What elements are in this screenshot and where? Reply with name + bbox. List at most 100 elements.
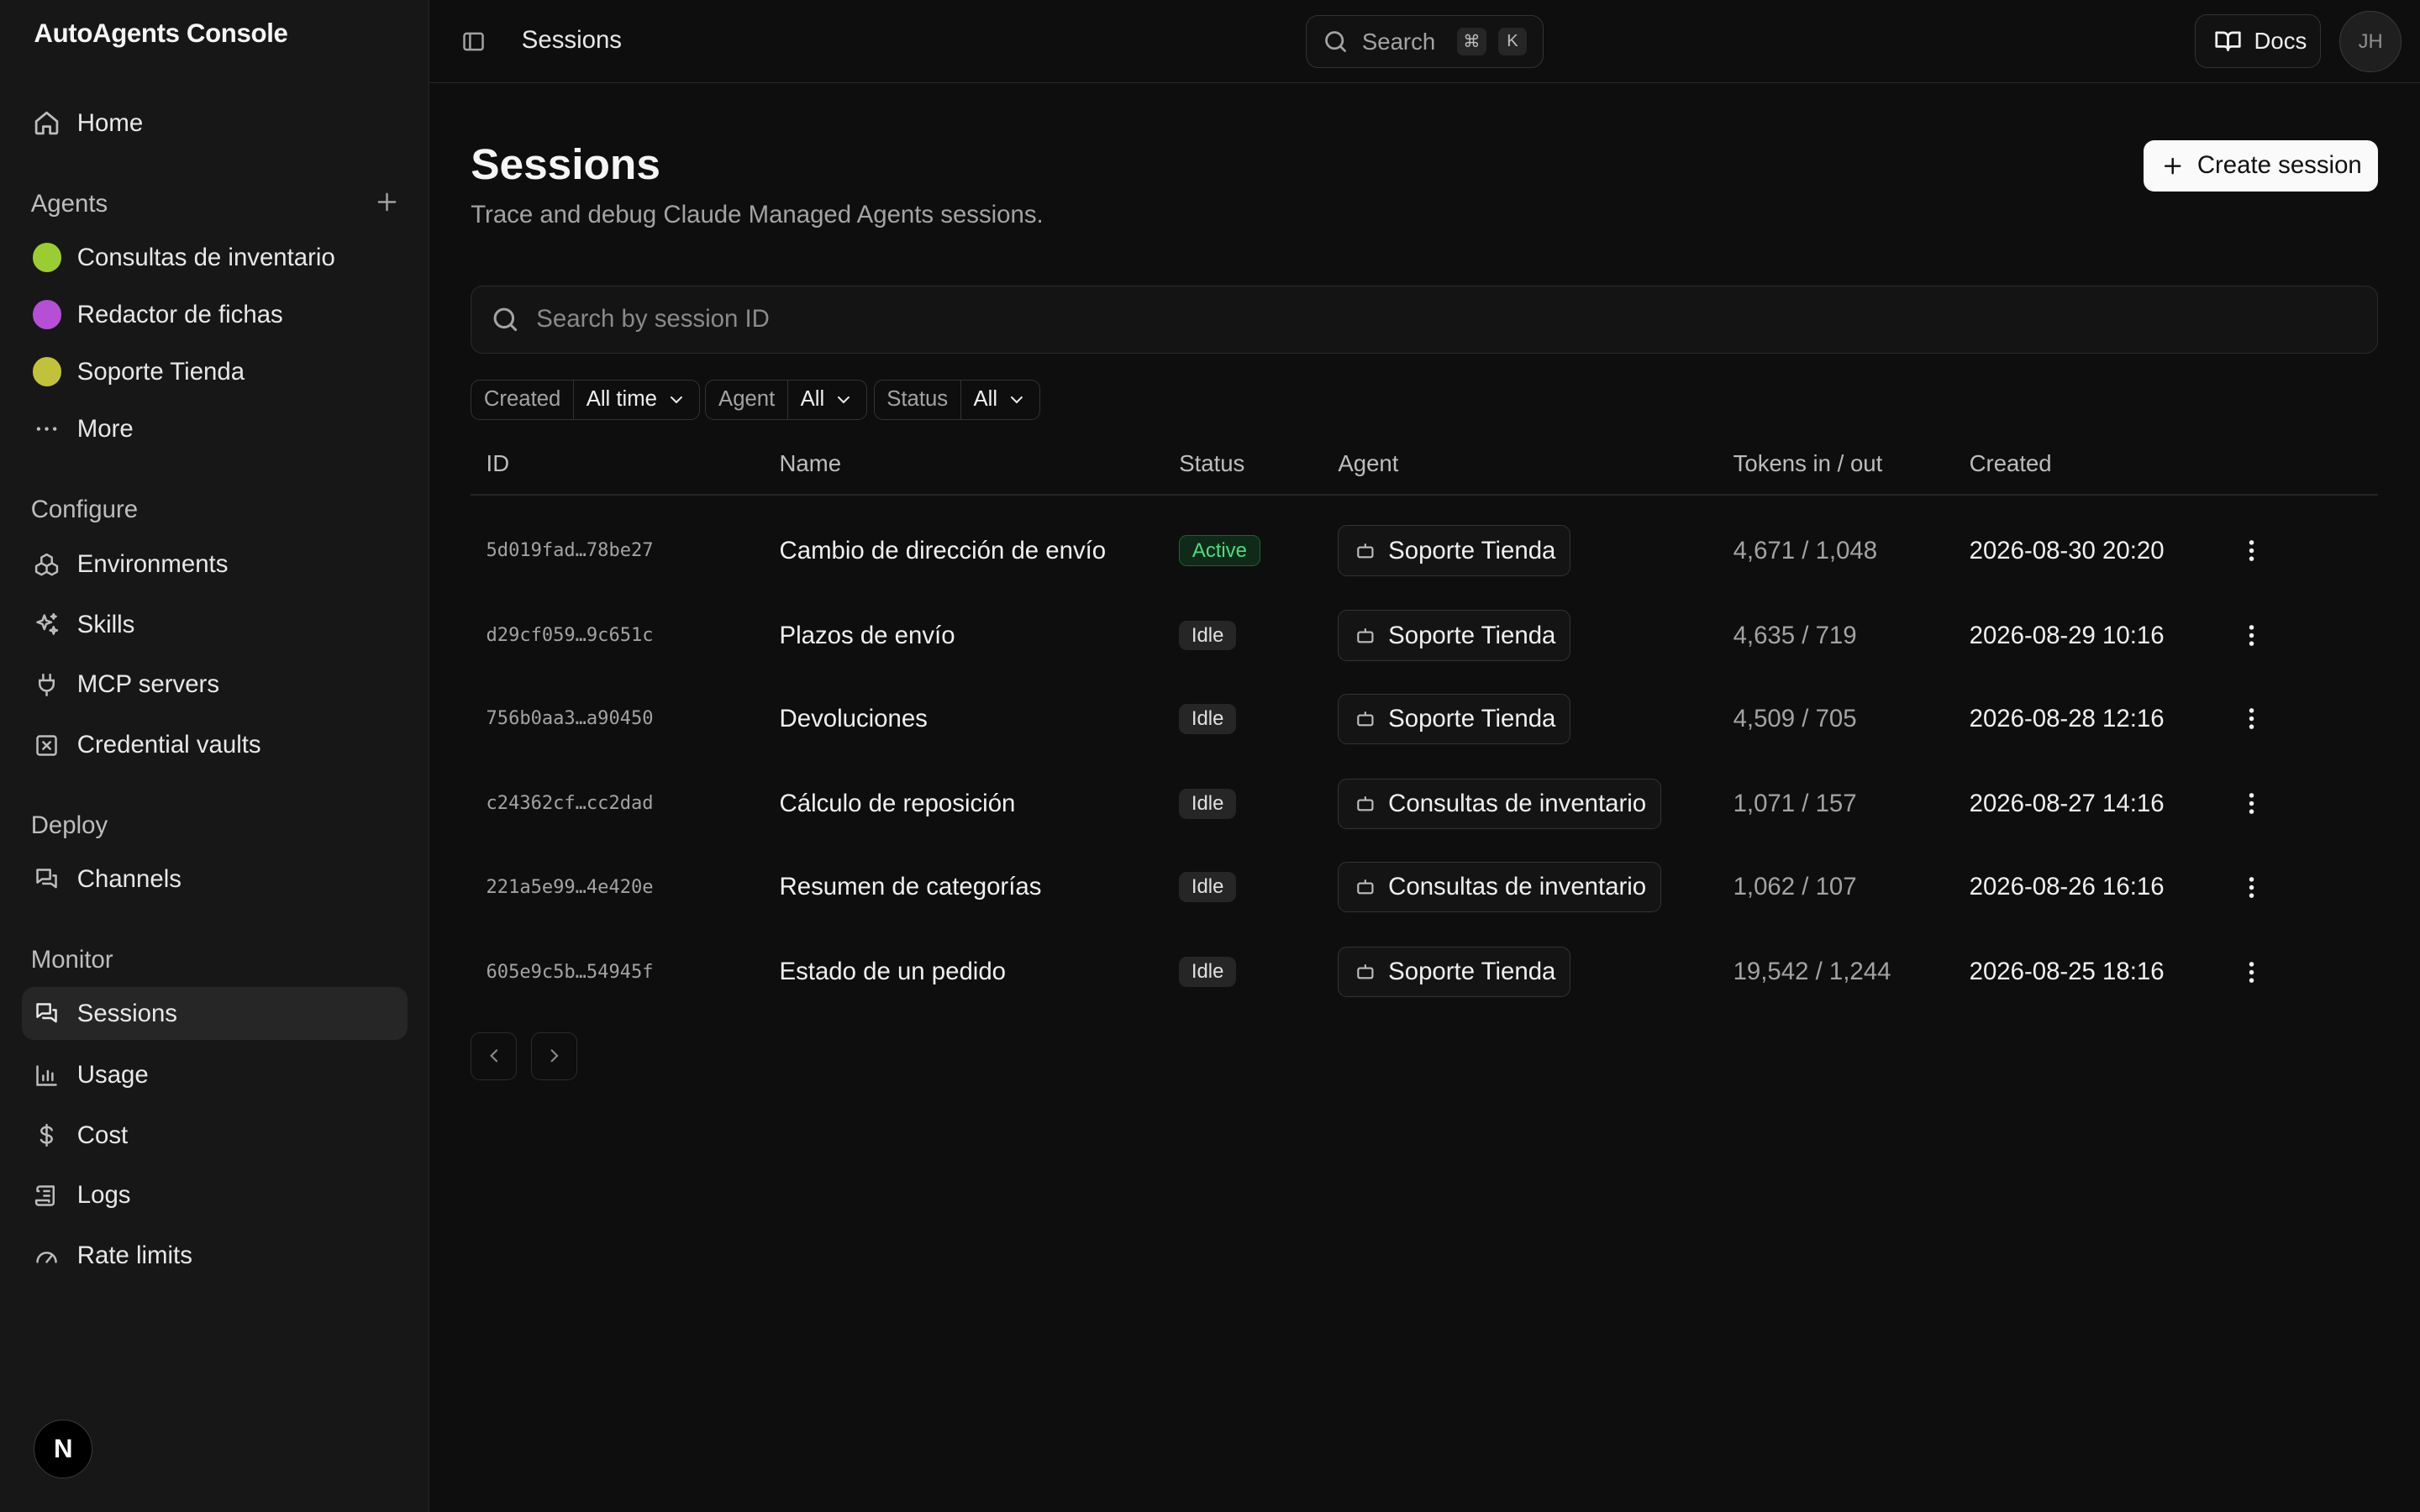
table-row[interactable]: 5d019fad…78be27 Cambio de dirección de e… bbox=[471, 509, 2378, 592]
row-menu-icon[interactable] bbox=[2236, 620, 2267, 651]
table-row[interactable]: 756b0aa3…a90450 Devoluciones Idle Soport… bbox=[471, 677, 2378, 760]
agent-chip[interactable]: Soporte Tienda bbox=[1338, 693, 1570, 745]
session-id: 605e9c5b…54945f bbox=[486, 961, 654, 983]
sidebar-item-label: Rate limits bbox=[76, 1242, 192, 1270]
row-menu-icon[interactable] bbox=[2236, 789, 2267, 820]
filter-value[interactable]: All bbox=[961, 381, 1039, 419]
sidebar-item-environments[interactable]: Environments bbox=[22, 538, 408, 591]
status-badge: Idle bbox=[1179, 789, 1237, 819]
column-header-tokens: Tokens in / out bbox=[1733, 450, 1883, 477]
sidebar-item-skills[interactable]: Skills bbox=[22, 599, 408, 651]
sidebar: AutoAgents Console Home Agents Consultas… bbox=[0, 0, 429, 1512]
status-badge: Idle bbox=[1179, 872, 1237, 902]
sidebar-item-label: Redactor de fichas bbox=[76, 300, 283, 328]
shortcut-key-cmd: ⌘ bbox=[1456, 28, 1486, 56]
agent-chip[interactable]: Consultas de inventario bbox=[1338, 861, 1661, 913]
sidebar-item-home[interactable]: Home bbox=[22, 97, 408, 150]
sidebar-toggle-icon[interactable] bbox=[460, 28, 487, 55]
dollar-icon bbox=[33, 1121, 62, 1150]
sidebar-item-credential-vaults[interactable]: Credential vaults bbox=[22, 719, 408, 771]
sidebar-item-label: Logs bbox=[76, 1181, 131, 1210]
sidebar-item-mcp-servers[interactable]: MCP servers bbox=[22, 659, 408, 711]
filter-label: Status bbox=[875, 380, 961, 419]
table-row[interactable]: c24362cf…cc2dad Cálculo de reposición Id… bbox=[471, 762, 2378, 845]
filter-agent[interactable]: Agent All bbox=[705, 379, 867, 420]
global-search-button[interactable]: Search ⌘ K bbox=[1305, 15, 1544, 68]
sidebar-item-label: Sessions bbox=[76, 999, 177, 1027]
created-value: 2026-08-25 18:16 bbox=[1969, 958, 2165, 986]
vault-icon bbox=[33, 731, 62, 760]
session-id: 756b0aa3…a90450 bbox=[486, 708, 654, 730]
agent-chip[interactable]: Soporte Tienda bbox=[1338, 610, 1570, 662]
dev-tools-badge[interactable]: N bbox=[34, 1419, 93, 1478]
agent-chip-label: Soporte Tienda bbox=[1388, 704, 1556, 732]
agent-chip[interactable]: Consultas de inventario bbox=[1338, 778, 1661, 830]
row-menu-icon[interactable] bbox=[2236, 957, 2267, 988]
filter-value[interactable]: All bbox=[788, 381, 866, 419]
row-menu-icon[interactable] bbox=[2236, 872, 2267, 903]
sidebar-item-label: MCP servers bbox=[76, 670, 220, 699]
top-bar: Sessions Search ⌘ K Docs JH bbox=[429, 0, 2420, 84]
book-open-icon bbox=[2214, 27, 2242, 55]
session-search-input[interactable] bbox=[536, 305, 2234, 334]
row-menu-icon[interactable] bbox=[2236, 704, 2267, 735]
created-value: 2026-08-27 14:16 bbox=[1969, 789, 2165, 817]
table-row[interactable]: 605e9c5b…54945f Estado de un pedido Idle… bbox=[471, 931, 2378, 1014]
table-row[interactable]: d29cf059…9c651c Plazos de envío Idle Sop… bbox=[471, 594, 2378, 677]
plug-icon bbox=[33, 670, 62, 700]
tokens-value: 1,071 / 157 bbox=[1733, 789, 1857, 817]
session-id: c24362cf…cc2dad bbox=[486, 793, 654, 815]
sidebar-item-agent-redactor[interactable]: Redactor de fichas bbox=[22, 288, 408, 340]
add-agent-icon[interactable] bbox=[373, 188, 401, 216]
bot-icon bbox=[1356, 879, 1374, 895]
session-id: d29cf059…9c651c bbox=[486, 625, 654, 647]
sidebar-item-cost[interactable]: Cost bbox=[22, 1110, 408, 1162]
agent-color-dot bbox=[32, 243, 62, 273]
created-value: 2026-08-28 12:16 bbox=[1969, 704, 2165, 732]
avatar[interactable]: JH bbox=[2339, 10, 2402, 73]
sidebar-item-channels[interactable]: Channels bbox=[22, 853, 408, 906]
sidebar-item-rate-limits[interactable]: Rate limits bbox=[22, 1230, 408, 1282]
column-header-id: ID bbox=[486, 450, 510, 477]
page-title: Sessions bbox=[471, 139, 660, 189]
session-name: Estado de un pedido bbox=[779, 958, 1007, 986]
section-title-monitor: Monitor bbox=[30, 945, 113, 974]
create-session-label: Create session bbox=[2196, 151, 2362, 180]
sidebar-item-logs[interactable]: Logs bbox=[22, 1169, 408, 1221]
chevron-left-icon bbox=[489, 1049, 498, 1063]
table-row[interactable]: 221a5e99…4e420e Resumen de categorías Id… bbox=[471, 846, 2378, 929]
session-id: 5d019fad…78be27 bbox=[486, 540, 654, 562]
sidebar-item-more[interactable]: More bbox=[22, 402, 408, 454]
agent-color-dot bbox=[32, 357, 62, 387]
filter-status[interactable]: Status All bbox=[873, 379, 1040, 420]
sparkles-icon bbox=[33, 610, 62, 639]
bar-chart-icon bbox=[33, 1061, 62, 1090]
tokens-value: 1,062 / 107 bbox=[1733, 873, 1857, 901]
tokens-value: 19,542 / 1,244 bbox=[1733, 958, 1891, 986]
app-title: AutoAgents Console bbox=[34, 18, 288, 49]
chevron-down-icon bbox=[838, 396, 850, 404]
agent-chip[interactable]: Soporte Tienda bbox=[1338, 525, 1570, 576]
filter-label: Created bbox=[471, 380, 575, 419]
docs-button[interactable]: Docs bbox=[2194, 13, 2322, 68]
sidebar-item-label: Cost bbox=[76, 1121, 129, 1149]
bot-icon bbox=[1356, 796, 1374, 811]
search-icon bbox=[490, 304, 521, 335]
sidebar-item-sessions[interactable]: Sessions bbox=[21, 987, 408, 1040]
sidebar-item-agent-consultas[interactable]: Consultas de inventario bbox=[22, 232, 408, 284]
agent-chip-label: Soporte Tienda bbox=[1388, 958, 1556, 986]
prev-page-button[interactable] bbox=[471, 1032, 518, 1080]
session-id: 221a5e99…4e420e bbox=[486, 876, 654, 898]
agent-chip[interactable]: Soporte Tienda bbox=[1338, 946, 1570, 998]
create-session-button[interactable]: Create session bbox=[2144, 140, 2379, 192]
filter-value[interactable]: All time bbox=[574, 381, 699, 419]
status-badge: Active bbox=[1179, 535, 1260, 567]
next-page-button[interactable] bbox=[530, 1032, 577, 1080]
sidebar-item-agent-soporte[interactable]: Soporte Tienda bbox=[22, 345, 408, 397]
filter-created[interactable]: Created All time bbox=[471, 379, 700, 420]
boxes-icon bbox=[33, 550, 62, 580]
row-menu-icon[interactable] bbox=[2236, 535, 2267, 566]
sidebar-item-usage[interactable]: Usage bbox=[22, 1049, 408, 1101]
session-search bbox=[471, 285, 2379, 354]
docs-label: Docs bbox=[2254, 27, 2307, 54]
